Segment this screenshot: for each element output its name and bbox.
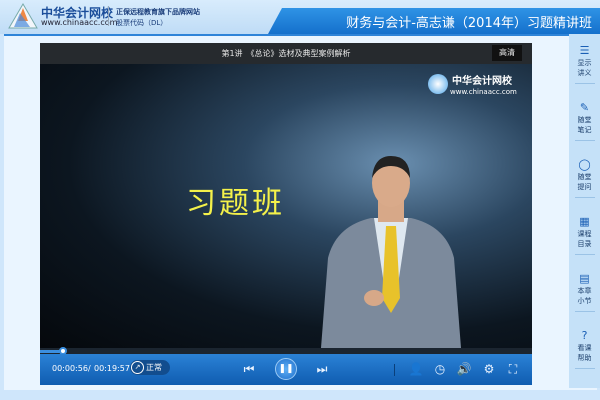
logo-icon <box>8 3 38 29</box>
sidebar-item-4[interactable]: ▤ 本章小节 <box>569 272 600 312</box>
pencil-icon: ✎ <box>579 101 590 114</box>
divider <box>574 197 595 198</box>
sidebar-item-label: 显示 <box>577 59 592 67</box>
divider <box>574 140 595 141</box>
sidebar-item-label: 目录 <box>577 240 592 248</box>
presenter-figure <box>321 156 461 348</box>
speech-bubble-icon: ◯ <box>578 158 591 171</box>
quality-button[interactable]: 高清 <box>492 45 522 61</box>
sidebar-item-1[interactable]: ✎ 随堂笔记 <box>569 101 600 141</box>
user-icon[interactable]: 👤 <box>408 361 424 377</box>
sidebar-item-label: 课程 <box>577 230 592 238</box>
sidebar-item-label: 小节 <box>577 297 592 305</box>
sidebar-item-label: 笔记 <box>577 126 592 134</box>
time-separator: / <box>88 364 91 373</box>
sidebar-item-label: 提问 <box>577 183 592 191</box>
brand-url[interactable]: www.chinaacc.com <box>41 18 117 27</box>
course-title-tab: 财务与会计-高志谦（2014年）习题精讲班 <box>268 8 600 34</box>
stock-code: 股票代码（DL） <box>116 19 168 27</box>
course-title: 财务与会计-高志谦（2014年）习题精讲班 <box>346 16 592 31</box>
divider <box>574 254 595 255</box>
sidebar-item-label: 讲义 <box>577 69 592 77</box>
clock-icon[interactable]: ◷ <box>432 361 448 377</box>
video-player[interactable]: 第1讲 《总论》选材及典型案例解析 高清 中华会计网校 www.chinaacc… <box>40 43 532 385</box>
sidebar-item-label: 看课 <box>577 344 592 352</box>
control-bar: 00:00:56 / 00:19:57 正常 ↗ ⏮ ❚❚ ⏭ 👤 ◷ 🔊 ⚙ … <box>40 354 532 385</box>
document-icon: ▤ <box>579 272 590 285</box>
previous-icon[interactable]: ⏮ <box>241 361 257 377</box>
current-time: 00:00:56 <box>52 364 88 373</box>
divider <box>574 83 595 84</box>
divider <box>108 6 109 26</box>
lecture-title: 第1讲 《总论》选材及典型案例解析 <box>221 49 351 58</box>
total-time: 00:19:57 <box>94 364 130 373</box>
sidebar-item-label: 帮助 <box>577 354 592 362</box>
sidebar-item-label: 随堂 <box>577 173 592 181</box>
speed-label: 正常 <box>146 363 162 372</box>
volume-icon[interactable]: 🔊 <box>456 361 472 377</box>
sidebar-item-0[interactable]: ☰ 显示讲义 <box>569 44 600 84</box>
next-icon[interactable]: ⏭ <box>314 361 330 377</box>
watermark-url: www.chinaacc.com <box>450 88 517 96</box>
sidebar-item-2[interactable]: ◯ 随堂提问 <box>569 158 600 198</box>
sidebar-item-5[interactable]: ? 看课帮助 <box>569 329 600 369</box>
video-frame[interactable]: 中华会计网校 www.chinaacc.com 习题班 <box>40 64 532 348</box>
divider <box>394 364 395 376</box>
sidebar-item-label: 本章 <box>577 287 592 295</box>
watermark-brand: 中华会计网校 <box>452 76 512 87</box>
sidebar-item-label: 随堂 <box>577 116 592 124</box>
fullscreen-icon[interactable]: ⛶ <box>505 361 521 377</box>
right-sidebar: ☰ 显示 讲义 ✎ 随堂 笔记 ◯ 随堂 提问 ▦ 课程 目录 ▤ 本章 小节? 看课 帮助 <box>569 34 600 388</box>
help-icon: ? <box>581 329 588 342</box>
grid-icon: ▦ <box>579 215 590 228</box>
slogan: 正保远程教育旗下品牌网站 <box>116 8 200 16</box>
menu-icon: ☰ <box>579 44 590 57</box>
speed-icon: ↗ <box>131 361 144 374</box>
sidebar-item-3[interactable]: ▦ 课程目录 <box>569 215 600 255</box>
watermark-logo-icon <box>428 74 448 94</box>
divider <box>574 368 595 369</box>
pause-button[interactable]: ❚❚ <box>275 358 297 380</box>
header: 中华会计网校 www.chinaacc.com 正保远程教育旗下品牌网站 股票代… <box>0 0 600 34</box>
divider <box>574 311 595 312</box>
lecture-title-bar: 第1讲 《总论》选材及典型案例解析 高清 <box>40 43 532 64</box>
settings-icon[interactable]: ⚙ <box>481 361 497 377</box>
slide-text: 习题班 <box>186 186 285 221</box>
